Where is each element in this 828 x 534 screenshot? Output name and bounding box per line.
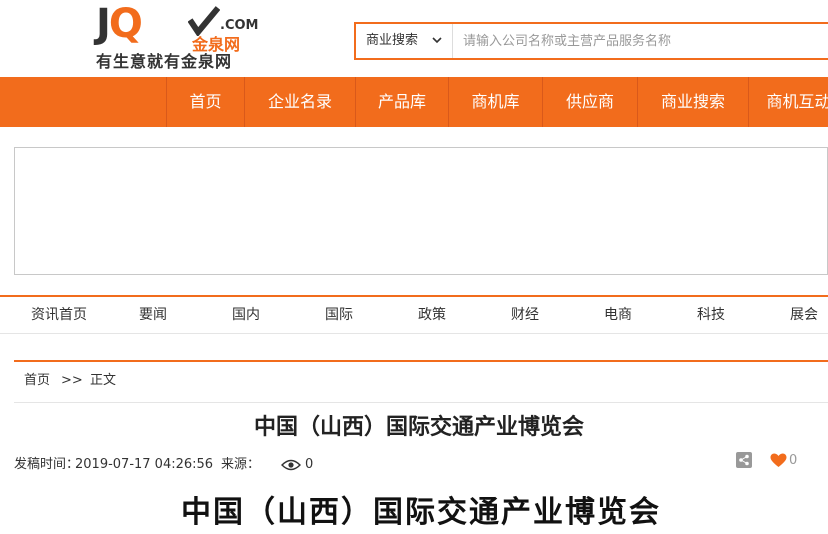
published-time: 2019-07-17 04:26:56 — [75, 457, 214, 472]
search-type-dropdown[interactable]: 商业搜索 — [356, 24, 453, 58]
logo-slogan: 有生意就有金泉网 — [96, 52, 233, 71]
like-count: 0 — [789, 453, 798, 468]
subnav-item-news-home[interactable]: 资讯首页 — [31, 297, 87, 333]
eye-icon — [281, 459, 301, 471]
nav-item-interaction[interactable]: 商机互动 — [748, 77, 828, 127]
nav-item-suppliers[interactable]: 供应商 — [542, 77, 637, 127]
subnav-item-policy[interactable]: 政策 — [418, 297, 446, 333]
news-sub-nav: 资讯首页 要闻 国内 国际 政策 财经 电商 科技 展会 — [0, 295, 828, 334]
subnav-item-domestic[interactable]: 国内 — [232, 297, 260, 333]
source-label: 来源： — [221, 457, 261, 472]
nav-item-company-directory[interactable]: 企业名录 — [244, 77, 355, 127]
breadcrumb: 首页 >> 正文 — [14, 360, 828, 403]
subnav-item-headlines[interactable]: 要闻 — [139, 297, 167, 333]
site-header: JQ .COM 金泉网 有生意就有金泉网 商业搜索 — [0, 0, 828, 77]
published-label: 发稿时间： — [14, 457, 80, 472]
nav-item-opportunities[interactable]: 商机库 — [448, 77, 542, 127]
banner-placeholder — [14, 147, 828, 275]
article-title: 中国（山西）国际交通产业博览会 — [253, 415, 584, 440]
chevron-down-icon — [432, 37, 442, 44]
view-count: 0 — [305, 457, 314, 472]
site-logo[interactable]: JQ .COM 金泉网 有生意就有金泉网 — [96, 4, 266, 72]
subnav-item-tech[interactable]: 科技 — [697, 297, 725, 333]
subnav-item-ecommerce[interactable]: 电商 — [604, 297, 632, 333]
share-icon[interactable] — [736, 452, 752, 468]
main-nav: 首页 企业名录 产品库 商机库 供应商 商业搜索 商机互动 — [0, 77, 828, 127]
search-type-label: 商业搜索 — [366, 33, 419, 48]
nav-item-business-search[interactable]: 商业搜索 — [637, 77, 748, 127]
nav-item-home[interactable]: 首页 — [166, 77, 244, 127]
subnav-item-finance[interactable]: 财经 — [511, 297, 539, 333]
search-bar: 商业搜索 — [354, 22, 828, 60]
breadcrumb-separator: >> — [61, 373, 83, 388]
heart-icon[interactable] — [770, 453, 787, 468]
subnav-item-exhibition[interactable]: 展会 — [790, 297, 818, 333]
nav-item-products[interactable]: 产品库 — [355, 77, 448, 127]
article-body-heading: 中国（山西）国际交通产业博览会 — [181, 495, 661, 530]
search-input[interactable] — [453, 24, 828, 58]
logo-letters: JQ — [96, 1, 143, 47]
breadcrumb-current: 正文 — [90, 373, 117, 388]
breadcrumb-home[interactable]: 首页 — [24, 362, 50, 400]
subnav-item-international[interactable]: 国际 — [325, 297, 353, 333]
